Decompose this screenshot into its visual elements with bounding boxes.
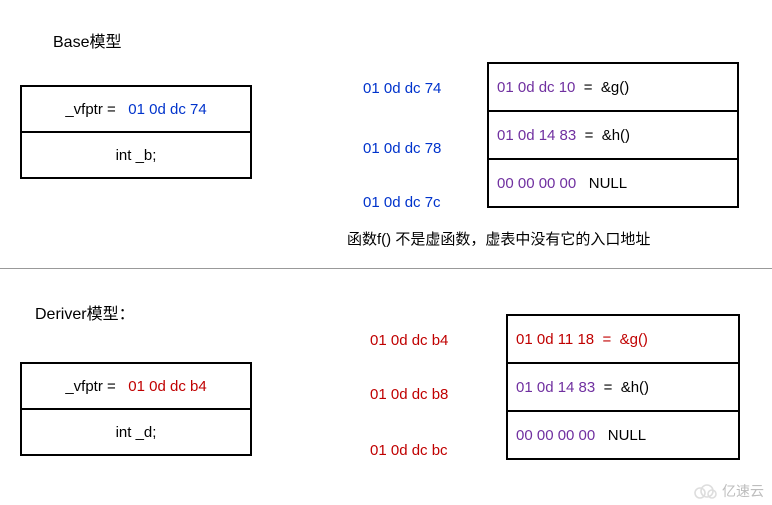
- base-vt1-val: 01 0d 14 83: [497, 127, 576, 144]
- base-caption: 函数f() 不是虚函数，虚表中没有它的入口地址: [347, 228, 650, 249]
- deriver-vt2-val: 00 00 00 00: [516, 427, 595, 444]
- deriver-vt1-val: 01 0d 14 83: [516, 379, 595, 396]
- base-object-box: _vfptr = 01 0d dc 74 int _b;: [20, 85, 252, 179]
- deriver-title: Deriver模型：: [35, 300, 135, 324]
- base-vfptr-value: 01 0d dc 74: [128, 101, 206, 118]
- section-divider: [0, 268, 772, 269]
- deriver-vt0-eq: =: [602, 331, 611, 348]
- base-vfptr-label: _vfptr =: [65, 101, 115, 118]
- watermark: 亿速云: [692, 481, 764, 501]
- base-vt0-val: 01 0d dc 10: [497, 79, 575, 96]
- deriver-vt1-fn: &h(): [621, 379, 649, 396]
- cloud-icon: [692, 482, 718, 500]
- deriver-addr-1: 01 0d dc b8: [370, 386, 448, 403]
- base-vt2-val: 00 00 00 00: [497, 175, 576, 192]
- deriver-vt0-fn: &g(): [620, 331, 648, 348]
- base-vt1-fn: &h(): [602, 127, 630, 144]
- deriver-vt0-val: 01 0d 11 18: [516, 331, 594, 348]
- base-member: int _b;: [116, 147, 157, 164]
- base-addr-0: 01 0d dc 74: [363, 80, 441, 97]
- base-addr-1: 01 0d dc 78: [363, 140, 441, 157]
- base-title: Base模型: [53, 28, 121, 52]
- base-vt0-eq: =: [584, 79, 593, 96]
- deriver-vt1-eq: =: [604, 379, 613, 396]
- base-vt0-fn: &g(): [601, 79, 629, 96]
- base-addr-2: 01 0d dc 7c: [363, 194, 441, 211]
- deriver-vfptr-label: _vfptr =: [65, 378, 115, 395]
- deriver-addr-0: 01 0d dc b4: [370, 332, 448, 349]
- base-vtable: 01 0d dc 10 = &g() 01 0d 14 83 = &h() 00…: [487, 62, 739, 208]
- base-vt2-fn: NULL: [589, 175, 627, 192]
- base-vt1-eq: =: [585, 127, 594, 144]
- deriver-member: int _d;: [116, 424, 157, 441]
- watermark-text: 亿速云: [722, 481, 764, 501]
- deriver-vfptr-value: 01 0d dc b4: [128, 378, 206, 395]
- deriver-vt2-fn: NULL: [608, 427, 646, 444]
- deriver-vtable: 01 0d 11 18 = &g() 01 0d 14 83 = &h() 00…: [506, 314, 740, 460]
- deriver-addr-2: 01 0d dc bc: [370, 442, 448, 459]
- deriver-object-box: _vfptr = 01 0d dc b4 int _d;: [20, 362, 252, 456]
